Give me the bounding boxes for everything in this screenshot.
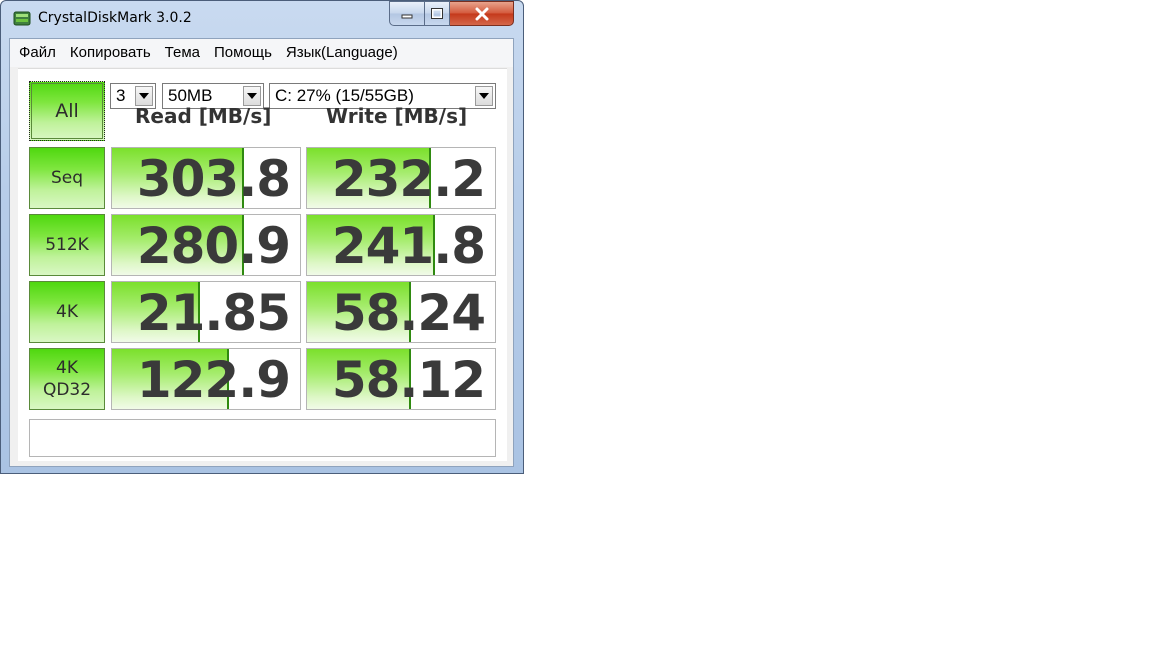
seq-read-cell: 303.8 bbox=[111, 147, 301, 209]
close-button[interactable] bbox=[450, 1, 514, 26]
512k-read-value: 280.9 bbox=[136, 217, 291, 275]
512k-label: 512K bbox=[45, 235, 89, 255]
seq-label: Seq bbox=[50, 168, 84, 188]
menu-language[interactable]: Язык(Language) bbox=[279, 39, 405, 67]
menu-theme[interactable]: Тема bbox=[158, 39, 207, 67]
status-box bbox=[29, 419, 496, 457]
4k-qd32-write-value: 58.12 bbox=[331, 351, 486, 409]
menu-bar: Файл Копировать Тема Помощь Язык(Languag… bbox=[10, 39, 513, 67]
drive-value: C: 27% (15/55GB) bbox=[275, 86, 414, 105]
512k-write-value: 241.8 bbox=[331, 217, 486, 275]
all-button[interactable]: All bbox=[29, 81, 105, 141]
minimize-button[interactable] bbox=[389, 1, 425, 26]
seq-button[interactable]: Seq bbox=[29, 147, 105, 209]
4k-write-value: 58.24 bbox=[331, 284, 486, 342]
seq-write-cell: 232.2 bbox=[306, 147, 496, 209]
close-icon bbox=[475, 7, 488, 20]
seq-read-value: 303.8 bbox=[136, 150, 291, 208]
4k-qd32-write-cell: 58.12 bbox=[306, 348, 496, 410]
read-header: Read [MB/s] bbox=[135, 104, 272, 128]
4k-qd32-button[interactable]: 4K QD32 bbox=[29, 348, 105, 410]
title-bar[interactable]: CrystalDiskMark 3.0.2 bbox=[1, 1, 523, 35]
maximize-button[interactable] bbox=[425, 1, 450, 26]
4k-label: 4K bbox=[56, 302, 78, 322]
4k-qd32-read-value: 122.9 bbox=[136, 351, 291, 409]
4k-write-cell: 58.24 bbox=[306, 281, 496, 343]
4k-button[interactable]: 4K bbox=[29, 281, 105, 343]
chevron-down-icon[interactable] bbox=[475, 86, 493, 106]
write-header: Write [MB/s] bbox=[326, 104, 468, 128]
all-button-label: All bbox=[55, 100, 79, 122]
seq-write-value: 232.2 bbox=[331, 150, 486, 208]
client-area: Файл Копировать Тема Помощь Язык(Languag… bbox=[9, 38, 514, 467]
chevron-down-icon[interactable] bbox=[243, 86, 261, 106]
menu-help[interactable]: Помощь bbox=[207, 39, 279, 67]
4k-read-value: 21.85 bbox=[136, 284, 291, 342]
512k-write-cell: 241.8 bbox=[306, 214, 496, 276]
maximize-icon bbox=[431, 8, 443, 19]
app-window: CrystalDiskMark 3.0.2 Файл Копировать Те… bbox=[0, 0, 524, 474]
512k-button[interactable]: 512K bbox=[29, 214, 105, 276]
512k-read-cell: 280.9 bbox=[111, 214, 301, 276]
crystaldiskmark-app-icon bbox=[13, 11, 31, 26]
4k-qd32-read-cell: 122.9 bbox=[111, 348, 301, 410]
4k-qd32-label: 4K QD32 bbox=[42, 358, 92, 400]
menu-copy[interactable]: Копировать bbox=[63, 39, 158, 67]
chevron-down-icon[interactable] bbox=[135, 86, 153, 106]
minimize-icon bbox=[401, 14, 413, 18]
test-size-value: 50MB bbox=[168, 86, 213, 105]
benchmark-panel: All 3 50MB C: 27% (15/55GB) Read [MB/s] … bbox=[18, 68, 507, 461]
window-title: CrystalDiskMark 3.0.2 bbox=[38, 10, 192, 26]
test-count-value: 3 bbox=[116, 86, 126, 105]
menu-file[interactable]: Файл bbox=[10, 39, 63, 67]
4k-read-cell: 21.85 bbox=[111, 281, 301, 343]
